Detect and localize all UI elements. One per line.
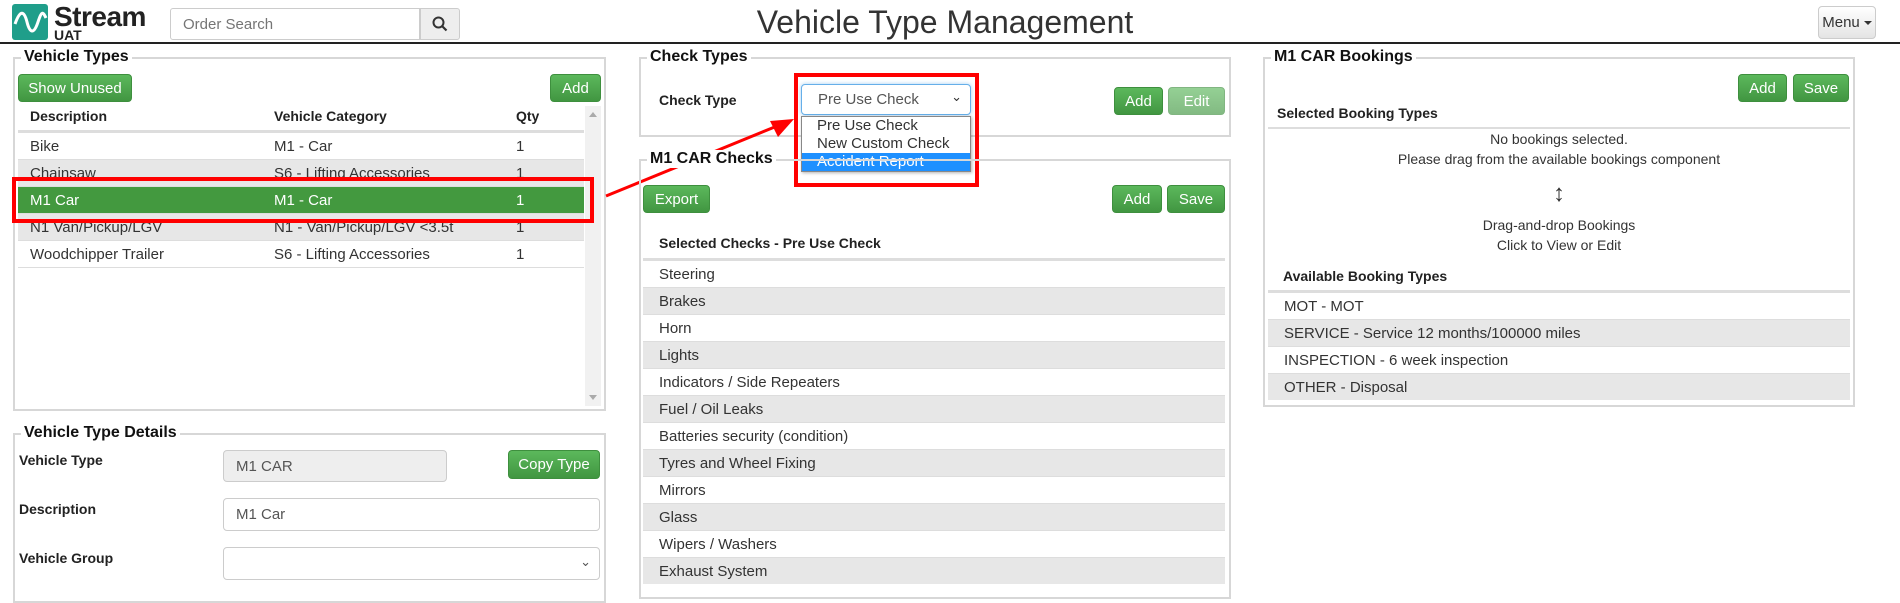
add-vehicle-type-button[interactable]: Add [550,74,601,102]
export-button[interactable]: Export [643,185,710,213]
check-item[interactable]: Batteries security (condition) [643,422,1225,449]
check-item[interactable]: Exhaust System [643,557,1225,584]
menu-button[interactable]: Menu [1818,6,1876,39]
description-field[interactable]: M1 Car [223,498,600,531]
search-button[interactable] [420,8,460,40]
description-label: Description [19,501,97,517]
drag-instructions-text: Please drag from the available bookings … [1397,151,1721,167]
vehicle-group-select[interactable]: ⌄ [223,547,600,580]
check-item[interactable]: Tyres and Wheel Fixing [643,449,1225,476]
header-divider [0,42,1900,44]
check-item[interactable]: Glass [643,503,1225,530]
column-header-qty[interactable]: Qty [516,108,539,124]
vehicle-group-label: Vehicle Group [19,550,114,566]
check-type-label: Check Type [659,92,737,108]
check-item[interactable]: Wipers / Washers [643,530,1225,557]
click-to-edit-text: Click to View or Edit [1496,237,1622,253]
bookings-legend: M1 CAR Bookings [1271,48,1416,66]
available-booking-item[interactable]: OTHER - Disposal [1268,373,1850,400]
logo-wave-icon [12,4,48,40]
show-unused-button[interactable]: Show Unused [18,74,132,102]
cell-qty: 1 [516,245,525,263]
column-header-vehicle-category[interactable]: Vehicle Category [274,108,387,124]
available-booking-item[interactable]: INSPECTION - 6 week inspection [1268,346,1850,373]
check-item[interactable]: Mirrors [643,476,1225,503]
check-item[interactable]: Steering [643,260,1225,287]
drag-and-drop-text: Drag-and-drop Bookings [1482,217,1636,233]
cell-category: S6 - Lifting Accessories [274,245,430,263]
caret-down-icon [1863,20,1872,25]
check-item[interactable]: Indicators / Side Repeaters [643,368,1225,395]
check-item[interactable]: Fuel / Oil Leaks [643,395,1225,422]
vehicle-type-row[interactable]: Woodchipper Trailer S6 - Lifting Accessor… [18,240,584,267]
annotation-highlight-selected-row [12,177,594,223]
vehicle-types-scrollbar[interactable] [585,106,601,406]
scroll-down-icon[interactable] [589,395,597,400]
add-check-button[interactable]: Add [1112,185,1162,213]
drag-vertical-arrows-icon: ↕ [1553,180,1565,207]
selected-checks-heading: Selected Checks - Pre Use Check [659,235,881,251]
selected-booking-types-heading: Selected Booking Types [1277,105,1438,121]
cell-qty: 1 [516,137,525,155]
available-booking-types-heading: Available Booking Types [1283,268,1448,284]
vehicle-type-field[interactable]: M1 CAR [223,450,447,482]
copy-type-button[interactable]: Copy Type [508,450,600,479]
cell-description: Woodchipper Trailer [30,245,164,263]
available-booking-item[interactable]: MOT - MOT [1268,292,1850,319]
menu-label: Menu [1822,14,1860,31]
scroll-up-icon[interactable] [589,112,597,117]
edit-check-type-button[interactable]: Edit [1168,87,1225,115]
add-booking-button[interactable]: Add [1738,74,1787,102]
check-item[interactable]: Horn [643,314,1225,341]
order-search-input[interactable] [170,8,420,40]
chevron-down-icon: ⌄ [580,554,591,569]
save-checks-button[interactable]: Save [1167,185,1225,213]
search-icon [432,16,448,32]
no-bookings-text: No bookings selected. [1490,131,1628,147]
cell-description: Bike [30,137,60,155]
vehicle-type-row[interactable]: Bike M1 - Car 1 [18,132,584,159]
available-booking-item[interactable]: SERVICE - Service 12 months/100000 miles [1268,319,1850,346]
column-header-description[interactable]: Description [30,108,107,124]
check-types-legend: Check Types [647,48,751,66]
cell-category: M1 - Car [274,137,333,155]
save-bookings-button[interactable]: Save [1793,74,1849,102]
add-check-type-button[interactable]: Add [1114,87,1163,115]
checks-legend: M1 CAR Checks [647,150,776,168]
stream-logo[interactable]: Stream UAT [12,2,162,42]
table-bottom-divider [18,267,584,268]
page-title: Vehicle Type Management [756,4,1134,40]
selected-bookings-divider [1268,127,1850,129]
check-item[interactable]: Brakes [643,287,1225,314]
vehicle-types-legend: Vehicle Types [21,48,132,66]
vehicle-type-details-legend: Vehicle Type Details [21,424,180,442]
vehicle-type-label: Vehicle Type [19,452,103,468]
check-item[interactable]: Lights [643,341,1225,368]
